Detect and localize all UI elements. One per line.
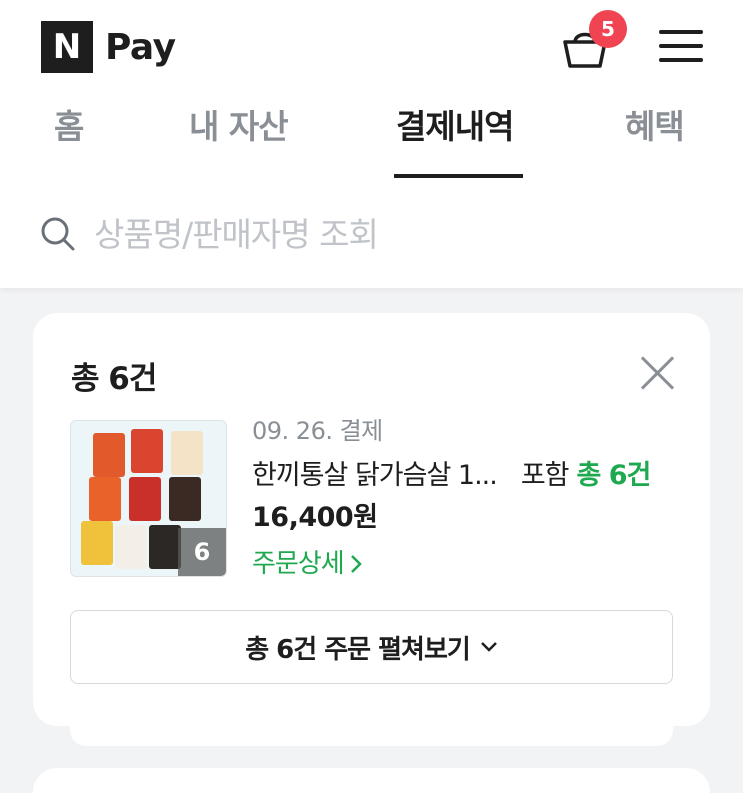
package-image bbox=[81, 521, 113, 565]
hamburger-menu-icon[interactable] bbox=[659, 28, 703, 64]
payment-date: 09. 26. 결제 bbox=[252, 417, 383, 445]
expand-orders-label: 총 6건 주문 펼쳐보기 bbox=[245, 634, 471, 665]
search-input[interactable] bbox=[94, 214, 654, 254]
logo-text: Pay bbox=[105, 26, 176, 68]
order-total-title: 총 6건 bbox=[71, 361, 157, 397]
product-name: 한끼통살 닭가슴살 1... bbox=[252, 459, 498, 491]
chevron-down-icon bbox=[480, 642, 497, 652]
package-image bbox=[131, 429, 163, 473]
package-image bbox=[129, 477, 161, 521]
included-label: 포함 bbox=[520, 459, 570, 491]
product-thumbnail[interactable]: 6 bbox=[70, 420, 227, 577]
chevron-right-icon bbox=[350, 555, 362, 573]
naver-n-logo-mark: N bbox=[41, 21, 93, 73]
order-detail-link[interactable]: 주문상세 bbox=[252, 541, 692, 587]
tab-home[interactable]: 홈 bbox=[54, 100, 84, 148]
included-count: 총 6건 bbox=[576, 459, 652, 491]
package-image bbox=[171, 431, 203, 475]
close-icon[interactable] bbox=[640, 355, 676, 391]
tab-benefits[interactable]: 혜택 bbox=[625, 100, 685, 148]
package-image bbox=[89, 477, 121, 521]
package-image bbox=[93, 433, 125, 477]
cart-count-badge: 5 bbox=[589, 10, 627, 48]
product-title-row: 한끼통살 닭가슴살 1... 포함 총 6건 bbox=[252, 449, 692, 495]
package-image bbox=[149, 525, 181, 569]
order-detail-label: 주문상세 bbox=[252, 549, 345, 579]
package-image bbox=[169, 477, 201, 521]
tab-payment-history[interactable]: 결제내역 bbox=[396, 100, 514, 148]
tab-my-assets[interactable]: 내 자산 bbox=[189, 100, 289, 148]
order-info: 09. 26. 결제 한끼통살 닭가슴살 1... 포함 총 6건 16,400… bbox=[252, 413, 692, 587]
expand-orders-button[interactable]: 총 6건 주문 펼쳐보기 bbox=[70, 610, 673, 684]
next-order-card bbox=[33, 768, 710, 793]
cart-button[interactable]: 5 bbox=[562, 10, 627, 74]
active-tab-indicator bbox=[394, 174, 523, 178]
top-bar: N Pay 5 홈 내 자산 결제내역 혜택 bbox=[0, 0, 743, 288]
search-bar[interactable] bbox=[40, 210, 700, 258]
package-image bbox=[115, 525, 147, 569]
order-card: 총 6건 6 09. 26. 결제 한끼통살 닭가슴살 1... 포함 총 6건… bbox=[33, 313, 710, 726]
npay-logo[interactable]: N Pay bbox=[41, 21, 176, 73]
order-price: 16,400원 bbox=[252, 502, 378, 533]
search-icon bbox=[41, 217, 75, 251]
thumbnail-count-badge: 6 bbox=[178, 528, 226, 576]
main-tabs: 홈 내 자산 결제내역 혜택 bbox=[0, 100, 743, 180]
